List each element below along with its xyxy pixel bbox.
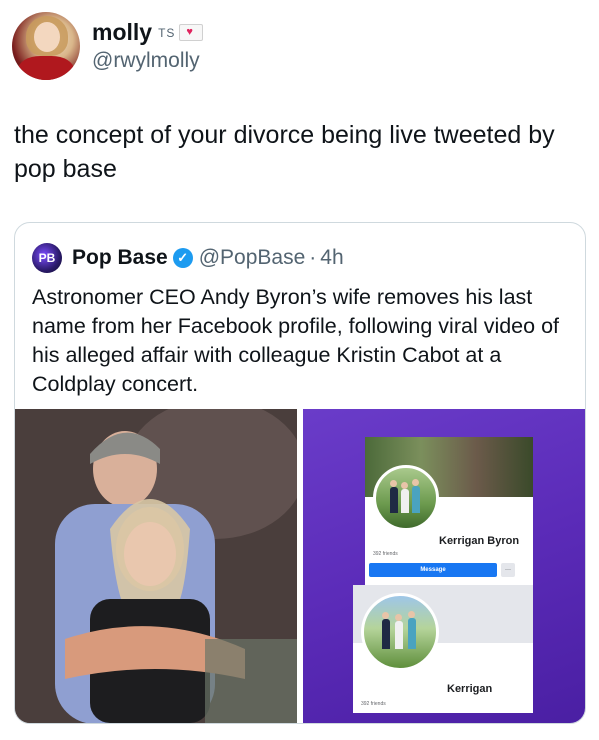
author-info: molly TS ♥ @rwylmolly — [92, 19, 204, 73]
concert-photo-illustration — [15, 409, 297, 723]
meta-separator: · — [309, 246, 317, 269]
friends-count-before: 392 friends — [373, 551, 398, 557]
tweet-header: molly TS ♥ @rwylmolly — [12, 12, 204, 80]
tweet-text: the concept of your divorce being live t… — [14, 121, 555, 183]
verified-badge-icon: ✓ — [172, 248, 193, 268]
profile-picture-before — [373, 465, 439, 531]
facebook-profile-after: Kerrigan 392 friends — [353, 585, 533, 713]
quoted-author-handle[interactable]: @PopBase — [199, 246, 306, 270]
message-button: Message — [369, 563, 497, 577]
quoted-tweet-text: Astronomer CEO Andy Byron’s wife removes… — [32, 285, 560, 396]
facebook-profile-before: Kerrigan Byron 392 friends Message ··· — [365, 437, 533, 585]
profile-name-before: Kerrigan Byron — [439, 535, 520, 547]
quoted-author-name[interactable]: Pop Base — [72, 246, 168, 270]
concert-photo[interactable] — [15, 409, 297, 723]
quoted-timestamp[interactable]: 4h — [320, 246, 343, 270]
popbase-avatar[interactable]: PB — [32, 243, 62, 273]
more-button: ··· — [501, 563, 515, 577]
author-name[interactable]: molly — [92, 19, 152, 46]
quoted-media[interactable]: Kerrigan Byron 392 friends Message ··· K… — [15, 409, 585, 723]
profile-name-after: Kerrigan — [447, 683, 493, 695]
envelope-heart-icon: ♥ — [179, 24, 204, 41]
author-avatar[interactable] — [12, 12, 80, 80]
quoted-tweet[interactable]: PB Pop Base ✓ @PopBase · 4h Astronomer C… — [14, 222, 586, 724]
author-badge-text: TS — [158, 25, 176, 40]
facebook-screenshots[interactable]: Kerrigan Byron 392 friends Message ··· K… — [303, 409, 585, 723]
quoted-tweet-header: PB Pop Base ✓ @PopBase · 4h — [32, 243, 344, 273]
profile-picture-after — [361, 593, 439, 671]
author-handle[interactable]: @rwylmolly — [92, 49, 203, 73]
friends-count-after: 392 friends — [361, 701, 386, 707]
